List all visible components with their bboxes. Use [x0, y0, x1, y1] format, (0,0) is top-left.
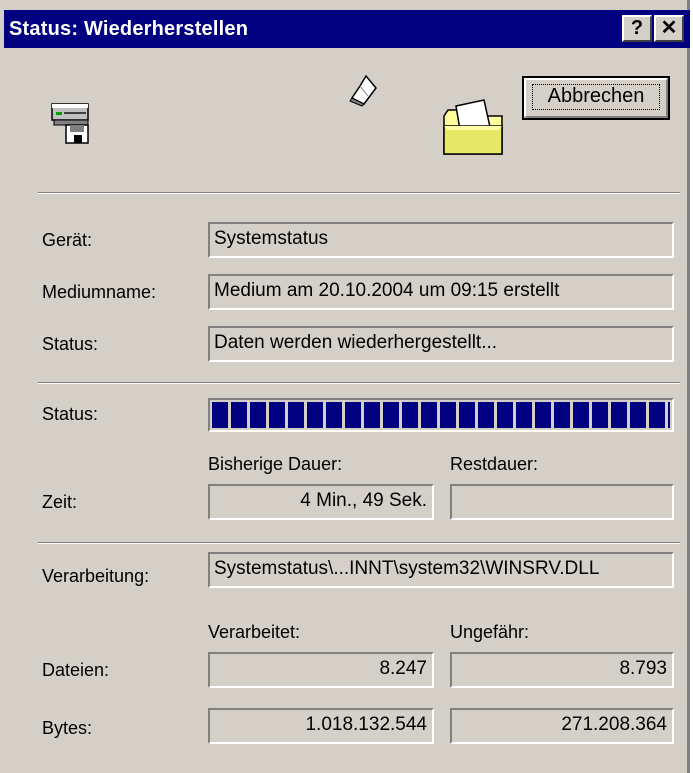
title-bar[interactable]: Status: Wiederherstellen ? ✕	[4, 10, 690, 48]
elapsed-header: Bisherige Dauer:	[208, 454, 343, 474]
flying-paper-icon	[349, 74, 377, 107]
help-button[interactable]: ?	[622, 15, 652, 42]
bytes-label: Bytes:	[42, 718, 93, 738]
close-button[interactable]: ✕	[654, 15, 684, 42]
remaining-header: Restdauer:	[450, 454, 539, 474]
divider	[38, 542, 680, 544]
device-field: Systemstatus	[208, 222, 674, 258]
divider	[38, 192, 680, 194]
files-processed-field: 8.247	[208, 652, 434, 688]
device-label: Gerät:	[42, 230, 93, 250]
medium-label: Mediumname:	[42, 282, 157, 302]
divider	[38, 382, 680, 384]
cancel-button[interactable]: Abbrechen	[522, 76, 670, 120]
cancel-button-label: Abbrechen	[532, 84, 660, 110]
open-folder-icon	[443, 99, 503, 155]
progress-label: Status:	[42, 404, 99, 424]
backup-drive-icon	[51, 103, 89, 144]
progress-bar	[208, 398, 674, 432]
processing-field: Systemstatus\...INNT\system32\WINSRV.DLL	[208, 552, 674, 588]
status-label: Status:	[42, 334, 99, 354]
estimated-header: Ungefähr:	[450, 622, 530, 642]
bytes-estimated-field: 271.208.364	[450, 708, 674, 744]
status-field: Daten werden wiederhergestellt...	[208, 326, 674, 362]
medium-field: Medium am 20.10.2004 um 09:15 erstellt	[208, 274, 674, 310]
elapsed-field: 4 Min., 49 Sek.	[208, 484, 434, 520]
restore-status-dialog: Status: Wiederherstellen ? ✕ Abbrechen G…	[0, 0, 690, 773]
files-label: Dateien:	[42, 660, 110, 680]
files-estimated-field: 8.793	[450, 652, 674, 688]
bytes-processed-field: 1.018.132.544	[208, 708, 434, 744]
time-label: Zeit:	[42, 492, 78, 512]
processed-header: Verarbeitet:	[208, 622, 301, 642]
window-title: Status: Wiederherstellen	[9, 18, 249, 40]
processing-label: Verarbeitung:	[42, 566, 150, 586]
remaining-field	[450, 484, 674, 520]
progress-fill	[212, 402, 670, 428]
